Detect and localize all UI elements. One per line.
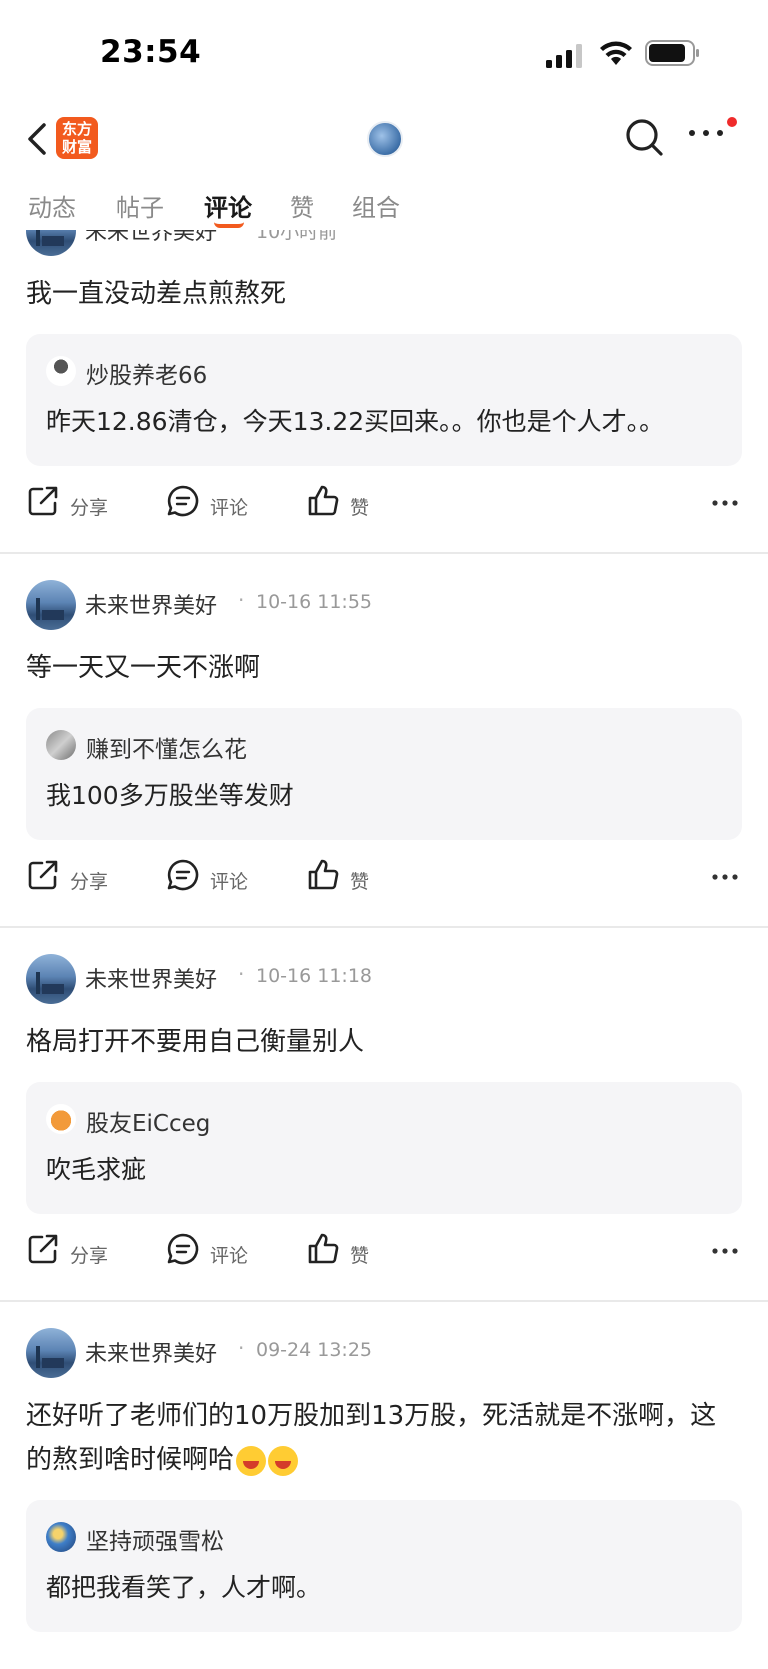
quoted-text: 吹毛求疵 bbox=[46, 1155, 147, 1184]
avatar[interactable] bbox=[26, 230, 76, 256]
avatar[interactable] bbox=[26, 1328, 76, 1378]
post-time: 10-16 11:55 bbox=[256, 591, 373, 613]
divider bbox=[0, 1300, 768, 1302]
app-logo[interactable]: 东方 财富 bbox=[56, 117, 98, 159]
comment-card: 未来世界美好 · 09-24 13:25 还好听了老师们的10万股加到13万股，… bbox=[0, 1322, 768, 1632]
quoted-user-name[interactable]: 赚到不懂怎么花 bbox=[86, 730, 247, 764]
cellular-signal-icon bbox=[546, 44, 582, 68]
avatar[interactable] bbox=[26, 954, 76, 1004]
status-time: 23:54 bbox=[100, 34, 202, 70]
comment-text[interactable]: 格局打开不要用自己衡量别人 bbox=[0, 1020, 768, 1064]
user-name[interactable]: 未来世界美好 bbox=[85, 588, 217, 620]
quoted-user-name[interactable]: 股友EiCceg bbox=[86, 1104, 210, 1138]
comment-card: 未来世界美好 · 10小时前 我一直没动差点煎熬死 炒股养老66 昨天12.86… bbox=[0, 230, 768, 554]
comment-text[interactable]: 还好听了老师们的10万股加到13万股，死活就是不涨啊，这的熬到啥时候啊哈 bbox=[0, 1394, 768, 1482]
share-icon bbox=[28, 486, 58, 516]
comment-icon bbox=[167, 485, 199, 517]
comment-card: 未来世界美好 · 10-16 11:55 等一天又一天不涨啊 赚到不懂怎么花 我… bbox=[0, 574, 768, 928]
avatar[interactable] bbox=[26, 580, 76, 630]
notification-dot bbox=[727, 117, 737, 127]
comment-text[interactable]: 等一天又一天不涨啊 bbox=[0, 646, 768, 690]
divider bbox=[0, 552, 768, 554]
user-name[interactable]: 未来世界美好 bbox=[85, 1336, 217, 1368]
tab-comments[interactable]: 评论 bbox=[204, 188, 252, 223]
comment-header: 未来世界美好 · 10小时前 bbox=[0, 230, 768, 262]
tab-likes[interactable]: 赞 bbox=[290, 188, 314, 223]
quoted-text: 都把我看笑了，人才啊。 bbox=[46, 1573, 322, 1602]
divider bbox=[0, 926, 768, 928]
action-bar: 分享 评论 赞 bbox=[0, 840, 768, 920]
top-nav: 东方 财富 bbox=[0, 105, 768, 175]
wifi-icon bbox=[600, 41, 632, 65]
battery-icon bbox=[645, 40, 699, 66]
search-icon[interactable] bbox=[624, 117, 666, 159]
active-tab-indicator bbox=[214, 222, 244, 228]
quoted-comment[interactable]: 炒股养老66 昨天12.86清仓，今天13.22买回来。。你也是个人才。。 bbox=[26, 334, 742, 466]
more-icon[interactable] bbox=[712, 874, 738, 880]
comment-text[interactable]: 我一直没动差点煎熬死 bbox=[0, 272, 768, 316]
quoted-text: 我100多万股坐等发财 bbox=[46, 781, 294, 810]
thumbs-up-icon bbox=[308, 1233, 339, 1264]
laughing-emoji-icon bbox=[236, 1445, 267, 1476]
more-options-icon[interactable] bbox=[688, 129, 724, 137]
quoted-user-avatar bbox=[46, 1522, 76, 1552]
separator-dot: · bbox=[238, 230, 244, 238]
quoted-user-avatar bbox=[46, 730, 76, 760]
separator-dot: · bbox=[238, 962, 245, 986]
separator-dot: · bbox=[238, 588, 245, 612]
thumbs-up-icon bbox=[308, 485, 339, 516]
more-icon[interactable] bbox=[712, 500, 738, 506]
nav-user-avatar[interactable] bbox=[367, 121, 403, 157]
quoted-user-name[interactable]: 坚持顽强雪松 bbox=[86, 1522, 224, 1556]
separator-dot: · bbox=[238, 1336, 245, 1360]
quoted-text: 昨天12.86清仓，今天13.22买回来。。你也是个人才。。 bbox=[46, 407, 665, 436]
post-time: 10小时前 bbox=[256, 230, 338, 243]
comment-header: 未来世界美好 · 10-16 11:18 bbox=[0, 948, 768, 1010]
thumbs-up-icon bbox=[308, 859, 339, 890]
comment-card: 未来世界美好 · 10-16 11:18 格局打开不要用自己衡量别人 股友EiC… bbox=[0, 948, 768, 1302]
comment-header: 未来世界美好 · 10-16 11:55 bbox=[0, 574, 768, 636]
user-name[interactable]: 未来世界美好 bbox=[85, 230, 217, 246]
post-time: 10-16 11:18 bbox=[256, 965, 373, 987]
user-name[interactable]: 未来世界美好 bbox=[85, 962, 217, 994]
more-icon[interactable] bbox=[712, 1248, 738, 1254]
quoted-comment[interactable]: 赚到不懂怎么花 我100多万股坐等发财 bbox=[26, 708, 742, 840]
comment-feed: 未来世界美好 · 10小时前 我一直没动差点煎熬死 炒股养老66 昨天12.86… bbox=[0, 230, 768, 1669]
back-arrow-icon[interactable] bbox=[22, 119, 52, 159]
laughing-emoji-icon bbox=[268, 1445, 299, 1476]
comment-icon bbox=[167, 1233, 199, 1265]
action-bar: 分享 评论 赞 bbox=[0, 1214, 768, 1294]
share-icon bbox=[28, 1234, 58, 1264]
quoted-user-avatar bbox=[46, 1104, 76, 1134]
share-icon bbox=[28, 860, 58, 890]
comment-icon bbox=[167, 859, 199, 891]
comment-header: 未来世界美好 · 09-24 13:25 bbox=[0, 1322, 768, 1384]
tab-posts[interactable]: 帖子 bbox=[116, 188, 164, 223]
quoted-comment[interactable]: 股友EiCceg 吹毛求疵 bbox=[26, 1082, 742, 1214]
status-bar: 23:54 bbox=[0, 0, 768, 100]
quoted-user-name[interactable]: 炒股养老66 bbox=[86, 356, 207, 390]
quoted-user-avatar bbox=[46, 356, 76, 386]
tab-portfolio[interactable]: 组合 bbox=[352, 188, 400, 223]
action-bar: 分享 评论 赞 bbox=[0, 466, 768, 546]
quoted-comment[interactable]: 坚持顽强雪松 都把我看笑了，人才啊。 bbox=[26, 1500, 742, 1632]
profile-tabs: 动态 帖子 评论 赞 组合 bbox=[0, 178, 768, 230]
post-time: 09-24 13:25 bbox=[256, 1339, 373, 1361]
tab-dynamics[interactable]: 动态 bbox=[28, 188, 76, 223]
